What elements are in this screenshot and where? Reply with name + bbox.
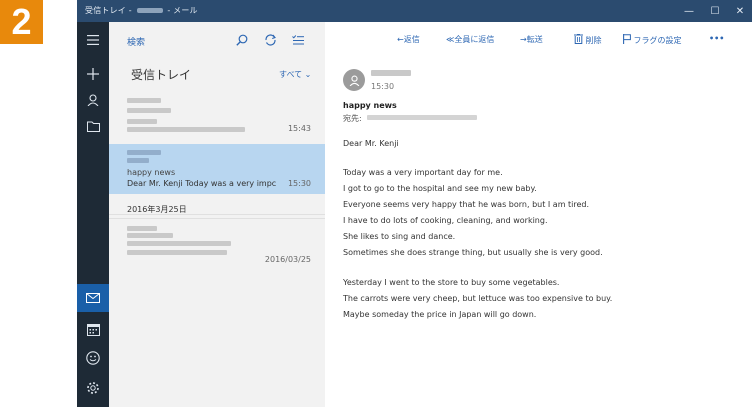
folder-title: 受信トレイ xyxy=(131,68,192,82)
list-item-selected[interactable]: happy news Dear Mr. Kenji Today was a ve… xyxy=(109,144,325,194)
person-icon xyxy=(349,75,359,86)
item-time: 2016/03/25 xyxy=(264,255,311,264)
avatar xyxy=(343,69,365,91)
message-body-line: Maybe someday the price in Japan will go… xyxy=(343,310,537,319)
close-button[interactable]: ✕ xyxy=(728,0,752,22)
preview-redacted xyxy=(127,241,231,246)
sender-redacted xyxy=(127,150,161,155)
reading-pane: ←返信 ≪全員に返信 →転送 削除 フラグの設定 ••• 15:30 happy… xyxy=(325,22,752,407)
mail-window: 受信トレイ - - メール — ☐ ✕ 検索 受信トレイ すべて ⌄ 15:43… xyxy=(77,0,752,407)
mail-icon[interactable] xyxy=(77,284,109,312)
title-suffix: - メール xyxy=(164,6,198,15)
date-group-header: 2016年3月25日 xyxy=(127,205,187,214)
preview-redacted xyxy=(127,127,245,132)
command-bar: ←返信 ≪全員に返信 →転送 削除 フラグの設定 ••• xyxy=(325,22,752,56)
maximize-button[interactable]: ☐ xyxy=(703,0,727,22)
message-body-line: Sometimes she does strange thing, but us… xyxy=(343,248,603,257)
filter-dropdown[interactable]: すべて ⌄ xyxy=(279,69,311,80)
message-greeting: Dear Mr. Kenji xyxy=(343,139,399,148)
settings-icon[interactable] xyxy=(77,374,109,402)
preview-redacted xyxy=(127,250,227,255)
forward-button[interactable]: →転送 xyxy=(520,34,543,45)
message-body-line: She likes to sing and dance. xyxy=(343,232,456,241)
flag-button[interactable]: フラグの設定 xyxy=(623,34,682,46)
minimize-button[interactable]: — xyxy=(677,0,701,22)
message-time: 15:30 xyxy=(371,82,395,91)
selection-mode-icon[interactable] xyxy=(289,31,307,49)
reply-button[interactable]: ←返信 xyxy=(397,34,420,45)
delete-label: 削除 xyxy=(585,36,602,45)
message-body-line: Yesterday I went to the store to buy som… xyxy=(343,278,560,287)
sync-icon[interactable] xyxy=(261,31,279,49)
sender-redacted xyxy=(127,98,161,103)
preview-redacted xyxy=(127,119,157,124)
message-body-line: Everyone seems very happy that he was bo… xyxy=(343,200,590,209)
sender-redacted xyxy=(127,158,149,163)
message-body-line: The carrots were very cheep, but lettuce… xyxy=(343,294,613,303)
list-item[interactable]: 2016/03/25 xyxy=(109,220,325,272)
title-prefix: 受信トレイ - xyxy=(85,6,135,15)
sender-redacted xyxy=(127,233,173,238)
to-label: 宛先: xyxy=(343,114,362,123)
message-subject: happy news xyxy=(343,101,397,110)
message-body-line: I got to go to the hospital and see my n… xyxy=(343,184,537,193)
more-button[interactable]: ••• xyxy=(709,34,724,43)
flag-icon xyxy=(623,34,631,44)
search-input[interactable]: 検索 xyxy=(127,35,145,48)
trash-icon xyxy=(574,34,583,44)
list-item[interactable]: 15:43 xyxy=(109,92,325,142)
folder-icon[interactable] xyxy=(77,112,109,140)
message-body-line: Today was a very important day for me. xyxy=(343,168,503,177)
item-preview: Dear Mr. Kenji Today was a very impc xyxy=(127,179,277,188)
reply-all-button[interactable]: ≪全員に返信 xyxy=(446,34,494,45)
message-list-pane: 検索 受信トレイ すべて ⌄ 15:43 happy news Dear Mr.… xyxy=(109,22,325,407)
step-badge: 2 xyxy=(0,0,43,44)
search-row: 検索 xyxy=(109,22,325,56)
window-title: 受信トレイ - - メール xyxy=(85,5,198,16)
subject-redacted xyxy=(127,108,171,113)
item-time: 15:30 xyxy=(287,179,311,188)
calendar-icon[interactable] xyxy=(77,315,109,343)
person-icon[interactable] xyxy=(77,86,109,114)
hamburger-icon[interactable] xyxy=(77,26,109,54)
plus-icon[interactable] xyxy=(77,60,109,88)
sender-redacted xyxy=(127,226,157,231)
message-body-line: I have to do lots of cooking, cleaning, … xyxy=(343,216,548,225)
item-subject: happy news xyxy=(127,168,176,177)
flag-label: フラグの設定 xyxy=(633,36,682,45)
account-name-redacted xyxy=(136,8,163,13)
sender-name-redacted xyxy=(371,70,411,76)
divider xyxy=(109,218,325,219)
item-time: 15:43 xyxy=(287,124,311,133)
title-bar: 受信トレイ - - メール — ☐ ✕ xyxy=(77,0,752,22)
nav-rail xyxy=(77,22,109,407)
recipient-redacted xyxy=(367,115,477,120)
smiley-icon[interactable] xyxy=(77,344,109,372)
delete-button[interactable]: 削除 xyxy=(574,34,602,46)
search-icon[interactable] xyxy=(233,31,251,49)
